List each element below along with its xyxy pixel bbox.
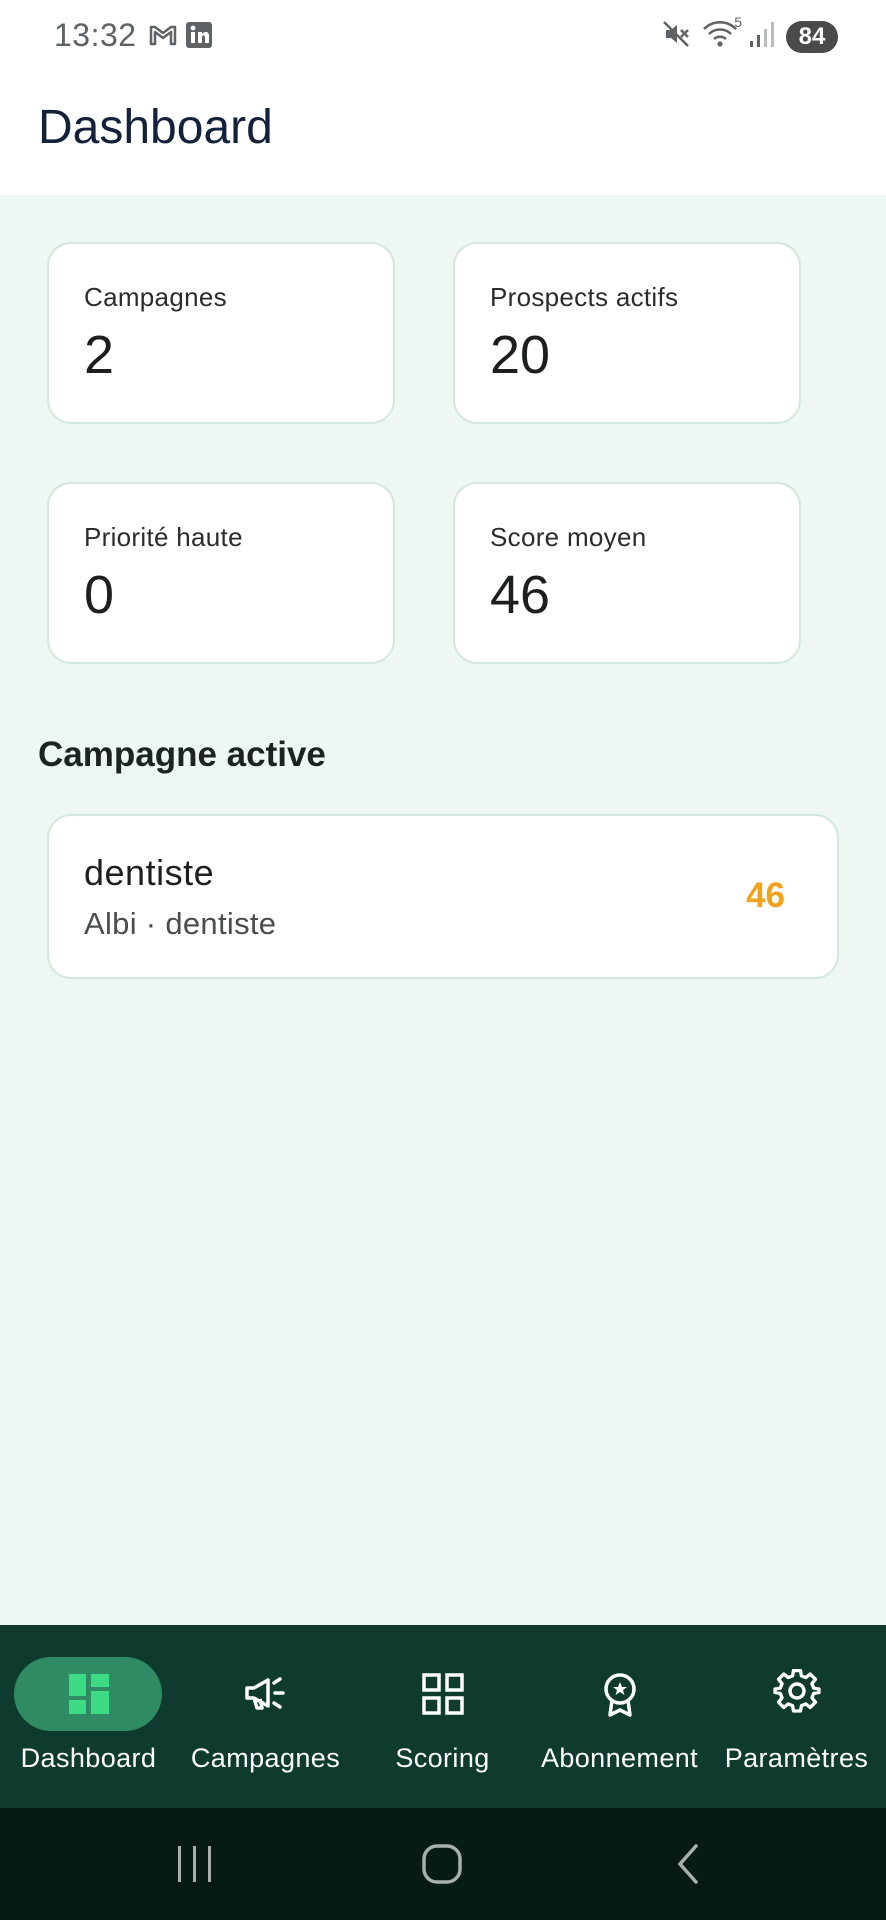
stat-value: 20 [490, 325, 551, 385]
stat-value: 46 [490, 565, 551, 625]
back-icon[interactable] [674, 1844, 704, 1889]
wifi-icon: 5 [702, 14, 742, 55]
recents-icon[interactable] [174, 1844, 216, 1889]
dashboard-content: Campagnes 2 Prospects actifs 20 Priorité… [0, 195, 886, 1625]
stat-label: Campagnes [84, 282, 227, 312]
megaphone-icon [241, 1669, 291, 1719]
system-navigation-bar [0, 1808, 886, 1920]
campaign-subtitle: Albi · dentiste [84, 906, 277, 941]
page-title: Dashboard [38, 101, 273, 154]
gmail-icon [148, 20, 178, 55]
nav-item-dashboard[interactable]: Dashboard [0, 1625, 177, 1808]
home-icon[interactable] [421, 1844, 463, 1889]
stat-card-score-moyen[interactable]: Score moyen 46 [453, 482, 801, 664]
nav-item-abonnement[interactable]: Abonnement [531, 1625, 708, 1808]
stat-label: Score moyen [490, 522, 647, 552]
nav-item-parametres[interactable]: Paramètres [708, 1625, 885, 1808]
battery-indicator: 84 [786, 20, 838, 53]
mute-icon [660, 18, 692, 55]
gear-icon [772, 1668, 822, 1719]
section-title-campagne-active: Campagne active [38, 735, 326, 774]
status-bar: 13:32 5 84 [0, 0, 886, 72]
nav-item-scoring[interactable]: Scoring [354, 1625, 531, 1808]
nav-label: Scoring [395, 1743, 490, 1773]
stat-label: Priorité haute [84, 522, 243, 552]
stat-value: 0 [84, 565, 115, 625]
app-bar: Dashboard [0, 72, 886, 195]
status-time: 13:32 [54, 17, 137, 53]
grid-icon [418, 1669, 468, 1719]
award-icon [595, 1669, 645, 1719]
nav-label: Paramètres [724, 1743, 869, 1773]
campaign-card[interactable]: dentiste Albi · dentiste 46 [47, 814, 839, 979]
stat-card-priorite-haute[interactable]: Priorité haute 0 [47, 482, 395, 664]
nav-item-campagnes[interactable]: Campagnes [177, 1625, 354, 1808]
campaign-name: dentiste [84, 852, 215, 893]
nav-label: Abonnement [540, 1743, 699, 1773]
stat-label: Prospects actifs [490, 282, 679, 312]
stat-value: 2 [84, 325, 115, 385]
dashboard-icon [64, 1669, 114, 1719]
signal-icon [748, 19, 776, 54]
bottom-navigation: Dashboard Campagnes Scoring Abonnement P… [0, 1625, 886, 1808]
wifi-band-label: 5 [734, 14, 742, 30]
campaign-score: 46 [746, 876, 785, 915]
nav-label: Dashboard [20, 1743, 157, 1773]
nav-label: Campagnes [190, 1743, 341, 1773]
stat-card-campagnes[interactable]: Campagnes 2 [47, 242, 395, 424]
linkedin-icon [184, 20, 214, 55]
stat-card-prospects-actifs[interactable]: Prospects actifs 20 [453, 242, 801, 424]
